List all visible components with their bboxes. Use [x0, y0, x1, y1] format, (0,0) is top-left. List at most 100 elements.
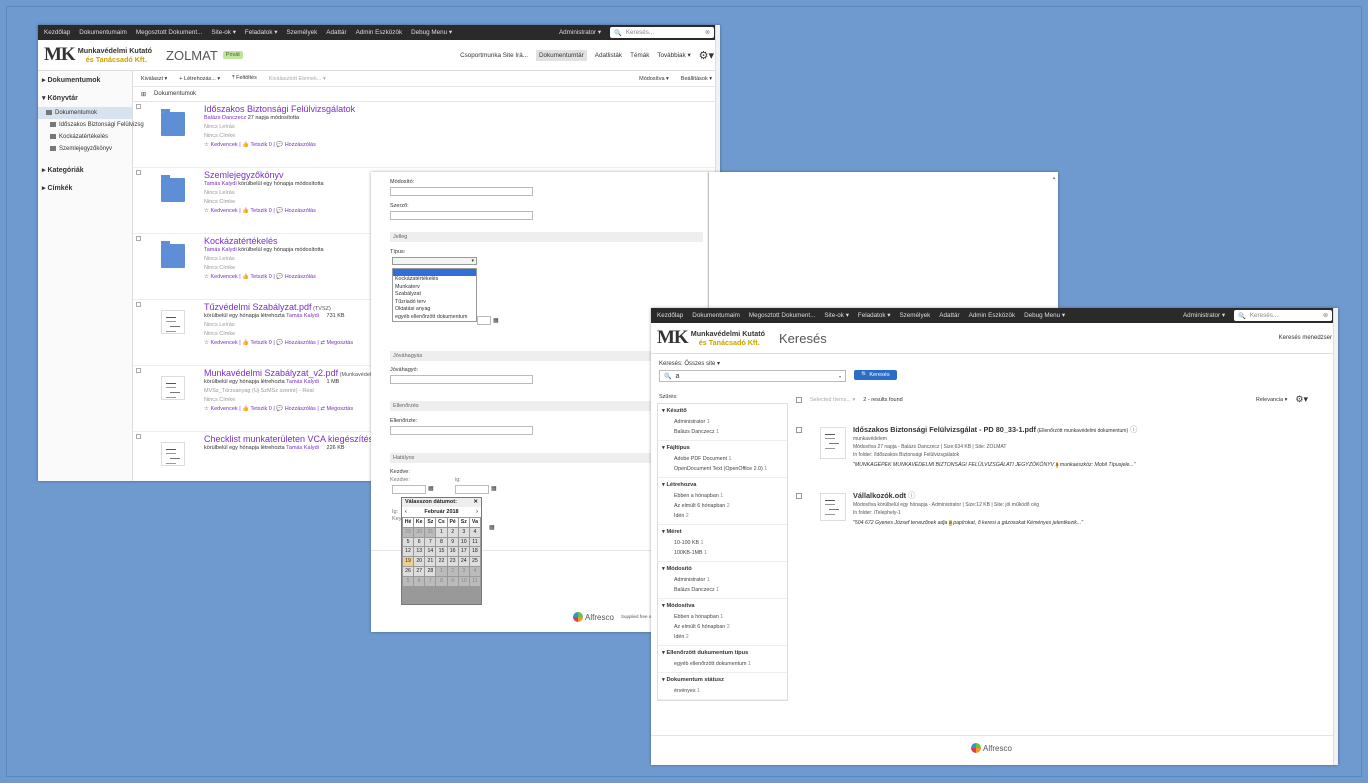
document-thumbnail[interactable] [161, 442, 185, 466]
modifier-field[interactable] [390, 187, 533, 196]
doc-user-link[interactable]: Tamás Kalydi [286, 379, 319, 385]
approver-field[interactable] [390, 375, 533, 384]
calendar-day[interactable]: 11 [469, 537, 480, 547]
header-nav-doclib[interactable]: Dokumentumtár [535, 49, 587, 61]
calendar-day[interactable]: 24 [458, 557, 469, 566]
sidebar-group-library[interactable]: ▾ Könyvtár [38, 89, 132, 107]
facet-value[interactable]: OpenDocument Text (OpenOffice 2.0) 1 [658, 464, 787, 474]
nav-sites[interactable]: Site-ok ▾ [824, 312, 849, 319]
calendar-day[interactable]: 23 [447, 557, 458, 566]
search-input[interactable]: Keresés... [626, 29, 654, 36]
facet-value[interactable]: Ebben a hónapban 1 [658, 612, 787, 622]
info-icon[interactable]: ⓘ [908, 491, 915, 500]
type-option[interactable]: Munkaterv [393, 284, 476, 292]
folder-icon[interactable] [161, 109, 185, 136]
doc-title[interactable]: Munkavédelmi Szabályzat_v2.pdf [204, 368, 338, 378]
nav-my-docs[interactable]: Dokumentumaim [692, 312, 740, 319]
facet-value[interactable]: Administrator 1 [658, 575, 787, 585]
selected-items-menu[interactable]: Selected Items... ▾ [810, 397, 855, 403]
facet-group-title[interactable]: ▾ Fájltípus [658, 441, 787, 454]
facet-value[interactable]: Balázs Danczecz 1 [658, 585, 787, 595]
calendar-day[interactable]: 20 [414, 557, 425, 566]
calendar-day[interactable]: 11 [469, 576, 480, 586]
search-box[interactable]: 🔍 Keresés... ⊗ [610, 27, 714, 38]
sidebar-group-documents[interactable]: ▸ Dokumentumok [38, 71, 132, 89]
calendar-day[interactable]: 25 [469, 557, 480, 566]
sidebar-group-tags[interactable]: ▸ Címkék [38, 179, 132, 197]
folder-icon[interactable] [161, 175, 185, 202]
facet-value[interactable]: Adobe PDF Document 1 [658, 454, 787, 464]
calendar-day[interactable]: 17 [458, 547, 469, 557]
calendar-day[interactable]: 14 [425, 547, 436, 557]
facet-group-title[interactable]: ▾ Készítő [658, 404, 787, 417]
dropdown-arrow-icon[interactable]: ▾ [839, 374, 841, 379]
calendar-day[interactable]: 29 [403, 527, 414, 537]
nav-debug[interactable]: Debug Menu ▾ [411, 29, 452, 36]
type-select[interactable]: ▾ [392, 257, 477, 265]
facet-value[interactable]: Ebben a hónapban 1 [658, 491, 787, 501]
user-menu[interactable]: Administrator ▾ [559, 29, 601, 36]
row-checkbox[interactable] [136, 302, 141, 307]
sidebar-item-reports[interactable]: Szemlejegyzőkönyv [38, 143, 132, 155]
doc-title[interactable]: Tűzvédelmi Szabályzat.pdf [204, 302, 312, 312]
type-option[interactable]: egyéb ellenőrzött dokumentum [393, 314, 476, 322]
search-result[interactable]: Időszakos Biztonsági Felülvizsgálat - PD… [796, 425, 1332, 491]
type-option[interactable] [393, 269, 476, 276]
sort-modified-button[interactable]: Módosítva ▾ [639, 76, 669, 82]
type-option[interactable]: Szabályzat [393, 291, 476, 299]
nav-debug[interactable]: Debug Menu ▾ [1024, 312, 1065, 319]
facet-value[interactable]: Az elmúlt 6 hónapban 2 [658, 622, 787, 632]
facet-value[interactable]: Administrator 1 [658, 417, 787, 427]
facet-value[interactable]: Balázs Danczecz 1 [658, 427, 787, 437]
scrollbar[interactable] [1333, 308, 1338, 765]
calendar-day[interactable]: 7 [425, 537, 436, 547]
calendar-day[interactable]: 1 [436, 527, 447, 537]
calendar-day[interactable]: 3 [458, 527, 469, 537]
calendar-day[interactable]: 9 [447, 537, 458, 547]
calendar-day[interactable]: 10 [458, 576, 469, 586]
nav-admin[interactable]: Admin Eszközök [969, 312, 1016, 319]
doc-title[interactable]: Kockázatértékelés [204, 236, 278, 246]
row-checkbox[interactable] [136, 236, 141, 241]
calendar-day[interactable]: 30 [414, 527, 425, 537]
folder-icon[interactable] [161, 241, 185, 268]
document-thumbnail[interactable] [161, 376, 185, 400]
calendar-day[interactable]: 10 [458, 537, 469, 547]
facet-group-title[interactable]: ▾ Dokumentum státusz [658, 673, 787, 686]
sort-menu[interactable]: Relevancia ▾ [1256, 397, 1288, 403]
search-result[interactable]: Vállalkozók.odt ⓘ Módosítva körülbelül eg… [796, 491, 1332, 557]
calendar-icon[interactable]: ▦ [428, 485, 434, 492]
search-box[interactable]: 🔍 Keresés... ⊗ [1234, 310, 1332, 321]
info-icon[interactable]: ⓘ [1130, 425, 1137, 434]
facet-value[interactable]: Idén 2 [658, 632, 787, 642]
document-thumbnail[interactable] [820, 493, 846, 521]
header-nav-datalists[interactable]: Adatlisták [595, 52, 622, 59]
calendar-day[interactable]: 3 [458, 566, 469, 576]
header-nav-more[interactable]: Továbbiak ▾ [657, 52, 690, 59]
calendar-day[interactable]: 13 [414, 547, 425, 557]
nav-sites[interactable]: Site-ok ▾ [211, 29, 236, 36]
calendar-day[interactable]: 2 [447, 566, 458, 576]
nav-people[interactable]: Személyek [899, 312, 930, 319]
author-field[interactable] [390, 211, 533, 220]
row-checkbox[interactable] [136, 104, 141, 109]
row-checkbox[interactable] [136, 368, 141, 373]
calendar-day[interactable]: 6 [414, 576, 425, 586]
sidebar-group-categories[interactable]: ▸ Kategóriák [38, 161, 132, 179]
facet-group-title[interactable]: ▾ Módosító [658, 562, 787, 575]
calendar-day[interactable]: 2 [447, 527, 458, 537]
nav-shared[interactable]: Megosztott Dokument... [136, 29, 203, 36]
calendar-day[interactable]: 28 [425, 566, 436, 576]
facet-value[interactable]: Az elmúlt 6 hónapban 2 [658, 501, 787, 511]
checker-field[interactable] [390, 426, 533, 435]
nav-my-docs[interactable]: Dokumentumaim [79, 29, 127, 36]
calendar-day[interactable]: 6 [414, 537, 425, 547]
facet-group-title[interactable]: ▾ Létrehozva [658, 478, 787, 491]
clear-icon[interactable]: ⊗ [705, 29, 710, 36]
search-query-field[interactable]: 🔍 a ▾ [659, 370, 846, 382]
calendar-day[interactable]: 15 [436, 547, 447, 557]
row-checkbox[interactable] [136, 434, 141, 439]
next-month-button[interactable]: › [476, 509, 478, 515]
gear-icon[interactable]: ⚙▾ [1295, 394, 1308, 405]
type-option[interactable]: Tűzriadó terv [393, 299, 476, 307]
